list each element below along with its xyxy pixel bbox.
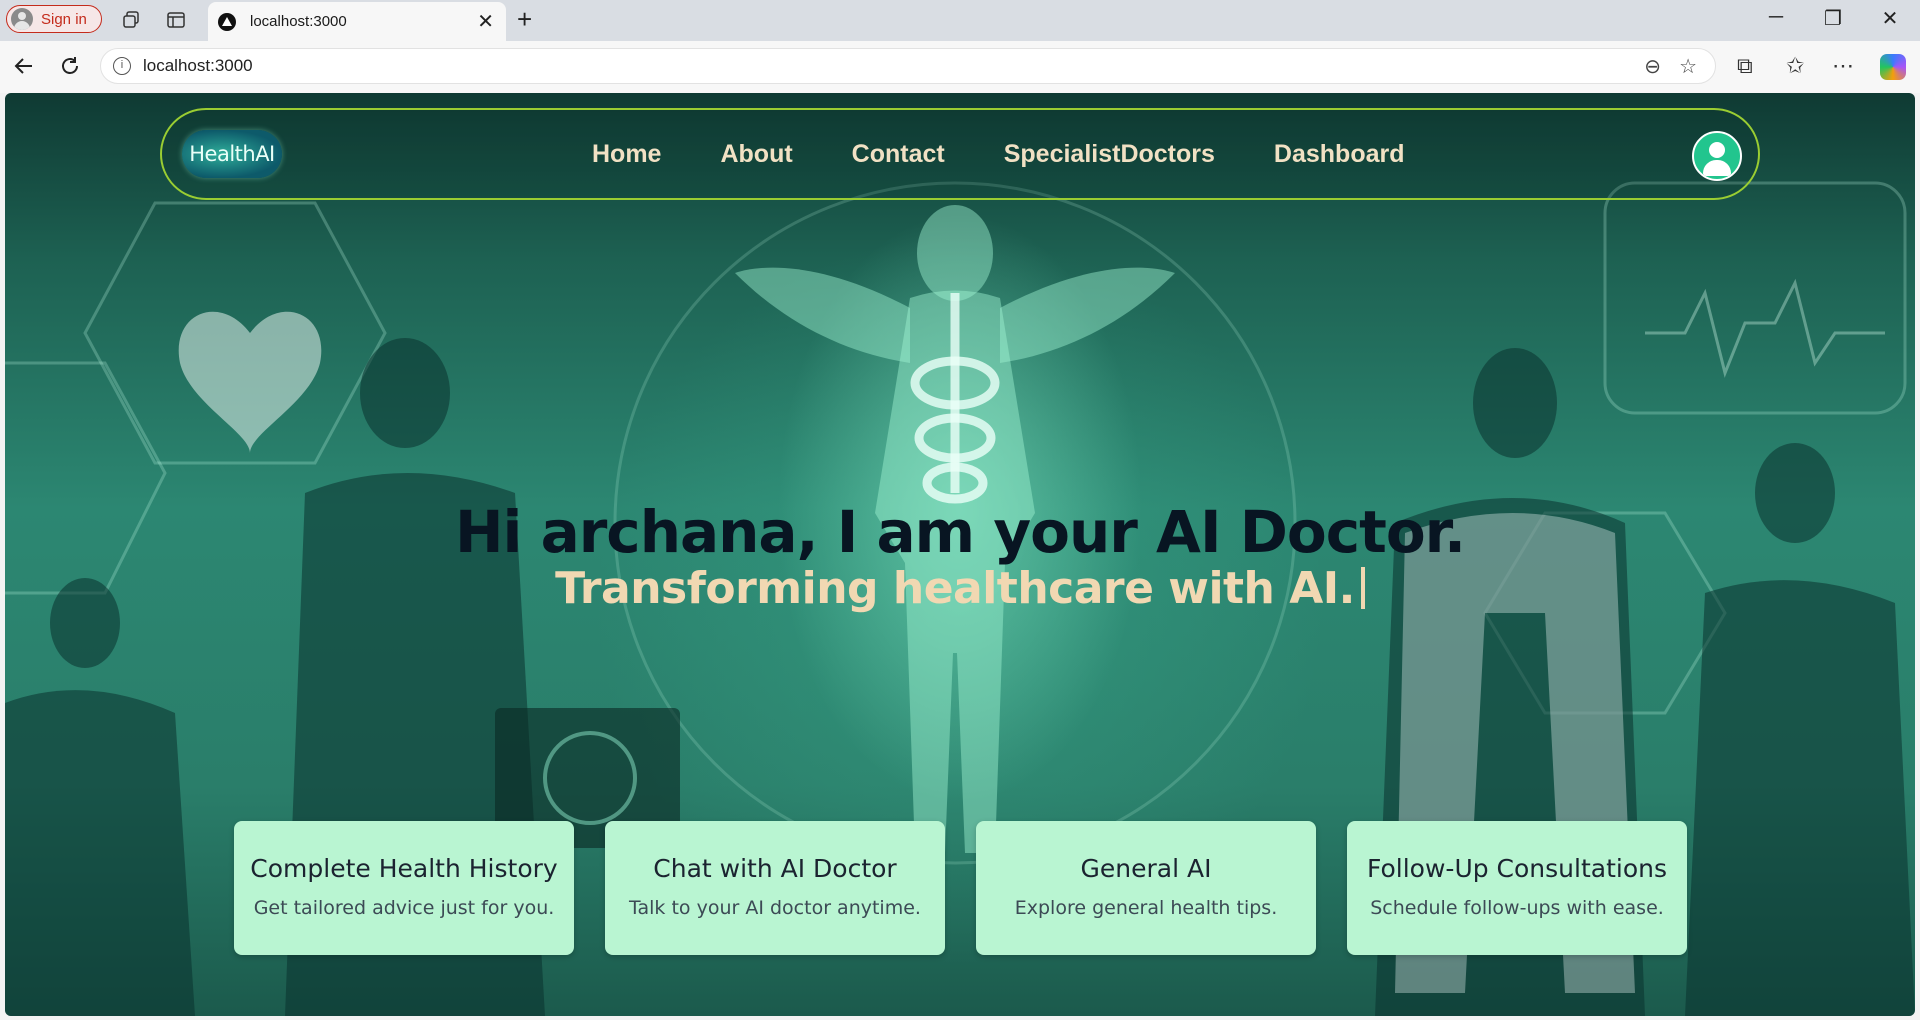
tab-title: localhost:3000	[250, 13, 347, 30]
tab-localhost[interactable]: localhost:3000 ✕	[208, 2, 506, 41]
nav-link-specialist-doctors[interactable]: SpecialistDoctors	[1004, 140, 1215, 169]
new-tab-icon[interactable]: +	[517, 4, 532, 35]
site-info-icon[interactable]: i	[113, 57, 131, 75]
logo-text: HealthAI	[189, 142, 275, 166]
feature-cards: Complete Health History Get tailored adv…	[234, 821, 1718, 955]
nav-link-dashboard[interactable]: Dashboard	[1274, 140, 1405, 169]
refresh-icon[interactable]	[58, 54, 82, 85]
main-navbar: HealthAI Home About Contact SpecialistDo…	[160, 108, 1760, 200]
more-options-icon[interactable]: ⋯	[1832, 53, 1854, 79]
card-complete-health-history[interactable]: Complete Health History Get tailored adv…	[234, 821, 574, 955]
window-close-icon[interactable]: ✕	[1870, 6, 1910, 31]
restore-icon[interactable]: ❐	[1813, 6, 1853, 31]
nav-menu: Home About Contact SpecialistDoctors Das…	[592, 140, 1464, 169]
card-chat-with-ai-doctor[interactable]: Chat with AI Doctor Talk to your AI doct…	[605, 821, 945, 955]
tab-actions-icon[interactable]	[164, 8, 188, 32]
profile-icon	[11, 8, 33, 30]
hero-title: Hi archana, I am your AI Doctor.	[454, 498, 1466, 566]
tab-close-icon[interactable]: ✕	[477, 9, 494, 34]
card-follow-up-consultations[interactable]: Follow-Up Consultations Schedule follow-…	[1347, 821, 1687, 955]
sign-in-label: Sign in	[41, 10, 87, 28]
back-icon[interactable]	[12, 54, 36, 85]
favorites-icon[interactable]: ✩	[1786, 53, 1804, 79]
nav-link-about[interactable]: About	[720, 140, 792, 169]
minimize-icon[interactable]: ─	[1756, 6, 1796, 29]
card-description: Talk to your AI doctor anytime.	[629, 897, 921, 919]
address-toolbar: i localhost:3000 ⊖ ☆ ⧉ ✩ ⋯	[0, 41, 1920, 93]
nav-link-home[interactable]: Home	[592, 140, 661, 169]
typing-cursor	[1360, 567, 1365, 609]
user-icon-head	[1709, 142, 1725, 158]
card-title: General AI	[1080, 854, 1212, 883]
card-description: Explore general health tips.	[1014, 897, 1278, 919]
address-bar[interactable]: i localhost:3000 ⊖ ☆	[100, 48, 1716, 84]
reader-view-icon[interactable]: ⊖	[1644, 54, 1661, 79]
card-title: Chat with AI Doctor	[653, 854, 897, 883]
favorite-star-icon[interactable]: ☆	[1679, 54, 1697, 79]
user-icon-body	[1703, 160, 1731, 176]
card-general-ai[interactable]: General AI Explore general health tips.	[976, 821, 1316, 955]
browser-tab-bar: Sign in localhost:3000 ✕ + ─ ❐ ✕	[0, 0, 1920, 41]
user-profile-icon[interactable]	[1692, 131, 1742, 181]
card-description: Get tailored advice just for you.	[253, 897, 555, 919]
nav-link-contact[interactable]: Contact	[852, 140, 945, 169]
extensions-icon[interactable]: ⧉	[1737, 53, 1753, 79]
hero-subtitle-text: Transforming healthcare with AI.	[555, 563, 1355, 614]
card-description: Schedule follow-ups with ease.	[1370, 897, 1664, 919]
card-title: Follow-Up Consultations	[1367, 854, 1667, 883]
page-viewport: HealthAI Home About Contact SpecialistDo…	[5, 93, 1915, 1016]
healthai-logo[interactable]: HealthAI	[182, 130, 282, 178]
tab-favicon-icon	[218, 12, 236, 31]
sign-in-button[interactable]: Sign in	[6, 5, 102, 33]
workspaces-icon[interactable]	[119, 8, 143, 32]
copilot-icon[interactable]	[1880, 54, 1906, 80]
card-title: Complete Health History	[250, 854, 558, 883]
hero-subtitle: Transforming healthcare with AI.	[5, 563, 1915, 614]
url-text: localhost:3000	[143, 56, 253, 75]
